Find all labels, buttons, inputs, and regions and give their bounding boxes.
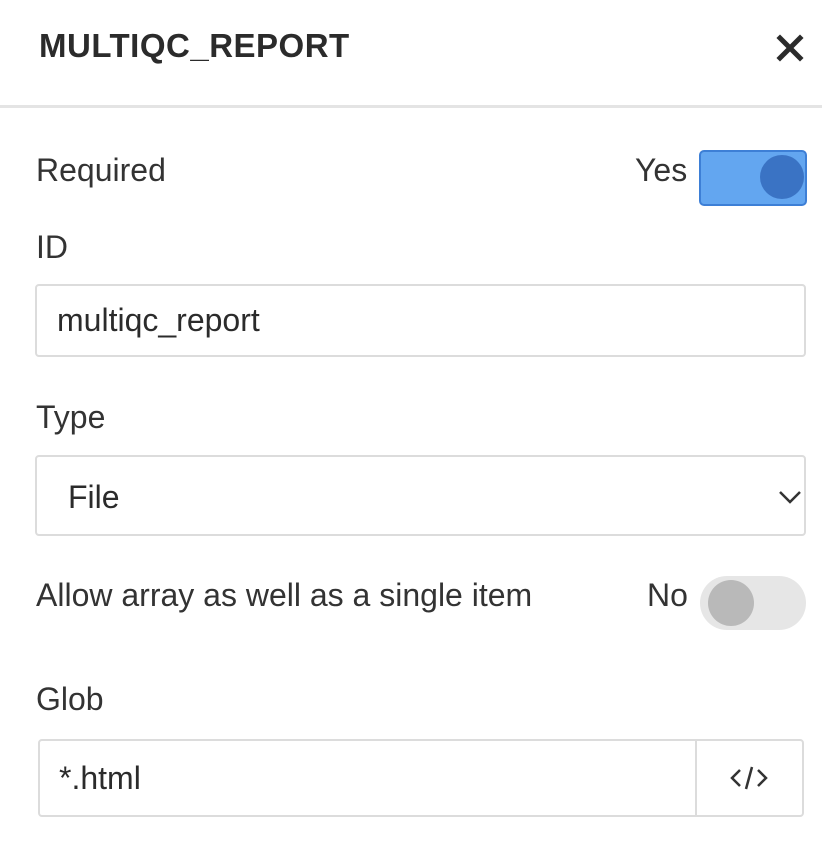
array-toggle-state-text: No (647, 577, 688, 613)
panel-header: MULTIQC_REPORT (0, 0, 822, 108)
code-icon (730, 766, 768, 790)
chevron-down-icon (779, 491, 801, 504)
id-label: ID (36, 229, 68, 265)
type-select[interactable]: File (35, 455, 806, 536)
type-select-value: File (68, 479, 120, 515)
required-label: Required (36, 152, 166, 188)
array-toggle-knob (708, 580, 754, 626)
required-toggle[interactable] (699, 150, 807, 206)
glob-input[interactable] (40, 741, 695, 815)
code-editor-button[interactable] (695, 741, 802, 815)
glob-label: Glob (36, 681, 104, 717)
panel-title: MULTIQC_REPORT (39, 27, 350, 64)
id-input[interactable] (35, 284, 806, 357)
array-toggle[interactable] (700, 576, 806, 630)
glob-input-group (38, 739, 804, 817)
close-icon (776, 34, 804, 62)
close-button[interactable] (772, 30, 808, 66)
required-toggle-knob (760, 155, 804, 199)
type-label: Type (36, 399, 106, 435)
array-toggle-label: Allow array as well as a single item (36, 577, 533, 613)
required-state-text: Yes (635, 152, 688, 188)
